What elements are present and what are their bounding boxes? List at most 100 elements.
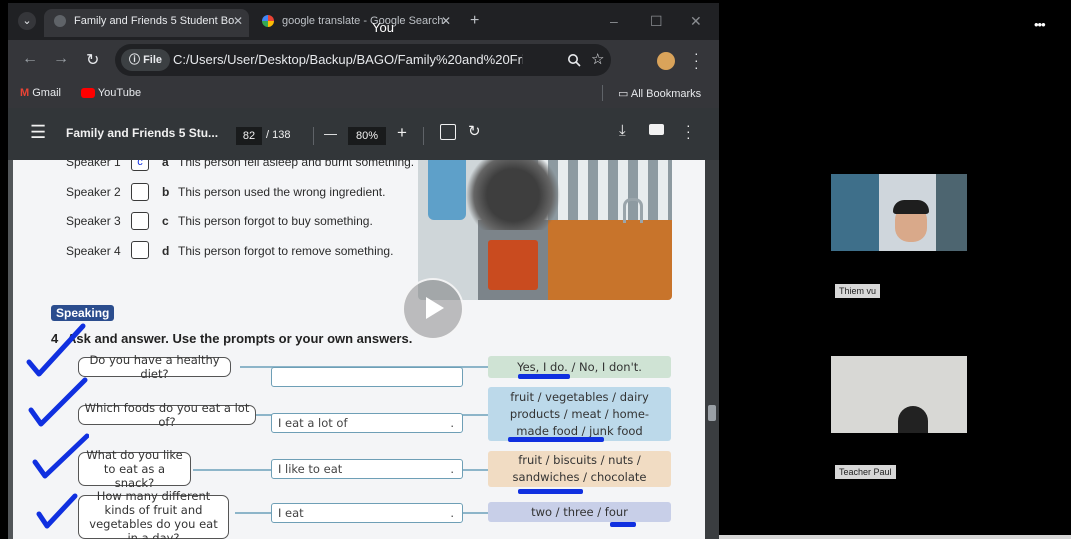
bookmark-label: Gmail — [32, 87, 61, 99]
participant-name: Teacher Paul — [835, 465, 896, 479]
reload-button[interactable]: ↻ — [86, 50, 99, 70]
answer-prompt: I eat a lot of — [278, 416, 348, 430]
smoke — [458, 160, 568, 230]
speaker-label: Speaker 2 — [66, 185, 121, 199]
folder-icon: ▭ — [618, 88, 629, 100]
question-bubble: What do you like to eat as a snack? — [78, 448, 191, 490]
question-bubble: Which foods do you eat a lot of? — [78, 401, 256, 429]
option-box: fruit / biscuits / nuts / sandwiches / c… — [488, 451, 671, 487]
page-number-input[interactable]: 82 — [236, 127, 262, 145]
person-figure — [428, 160, 466, 220]
option-letter: c — [162, 214, 169, 228]
file-chip[interactable]: ⓘ File — [121, 49, 171, 71]
bookmark-star-icon[interactable]: ☆ — [591, 50, 604, 68]
option-letter: b — [162, 185, 170, 199]
answer-blank: I eat. — [271, 503, 463, 523]
answer-prompt: I like to eat — [278, 462, 343, 476]
participant-head — [898, 406, 928, 433]
speaker-description: This person fell asleep and burnt someth… — [178, 160, 415, 169]
answer-end: . — [450, 416, 454, 430]
close-tab-icon[interactable]: ✕ — [441, 9, 451, 33]
check-mark — [32, 433, 89, 479]
forward-button[interactable]: → — [53, 50, 69, 68]
address-bar[interactable]: ⓘ File C:/Users/User/Desktop/Backup/BAGO… — [115, 44, 611, 76]
zoom-in-button[interactable]: + — [397, 123, 407, 143]
speaker-description: This person forgot to buy something. — [178, 214, 373, 228]
annotation-underline — [610, 522, 636, 527]
participant-hair — [893, 200, 929, 214]
fit-page-icon[interactable] — [440, 124, 456, 140]
participant-video-tile[interactable] — [831, 356, 967, 433]
pdf-title: Family and Friends 5 Stu... — [66, 126, 219, 140]
close-window-button[interactable]: ✕ — [690, 13, 702, 30]
close-tab-icon[interactable]: ✕ — [233, 9, 243, 33]
tab-search-button[interactable]: ⌄ — [18, 12, 36, 30]
tab-title: Family and Friends 5 Student Bo — [74, 15, 235, 27]
browser-menu-icon[interactable]: · · · — [694, 46, 699, 74]
maximize-button[interactable]: ☐ — [650, 13, 663, 30]
scrollbar-thumb[interactable] — [708, 405, 716, 421]
bookmarks-bar: M Gmail YouTube ▭ All Bookmarks — [8, 80, 719, 108]
bookmark-youtube[interactable]: YouTube — [81, 87, 141, 99]
option-box: fruit / vegetables / dairy products / me… — [488, 387, 671, 441]
globe-icon — [54, 15, 66, 28]
pdf-viewport[interactable]: Speaker 1 c a This person fell asleep an… — [8, 160, 719, 539]
browser-toolbar: ← → ↻ ⓘ File C:/Users/User/Desktop/Backu… — [8, 40, 719, 80]
speaker-label: Speaker 1 — [66, 160, 121, 169]
profile-avatar[interactable] — [657, 52, 675, 70]
speaker-answer-box: c — [131, 160, 149, 171]
speaker-answer-box — [131, 212, 149, 230]
divider — [423, 127, 424, 145]
zoom-input[interactable]: 80% — [348, 127, 386, 145]
play-icon — [426, 297, 444, 319]
participant-name: Thiem vu — [835, 284, 881, 298]
option-box: two / three / four — [488, 502, 671, 522]
check-mark — [26, 323, 86, 377]
answer-blank — [271, 367, 463, 387]
annotation-checkmarks — [26, 323, 89, 529]
pdf-page: Speaker 1 c a This person fell asleep an… — [13, 160, 705, 539]
new-tab-button[interactable]: + — [470, 12, 479, 30]
participant-video-tile[interactable] — [831, 174, 967, 251]
speaker-label: Speaker 4 — [66, 244, 121, 258]
all-bookmarks[interactable]: ▭ All Bookmarks — [618, 87, 701, 100]
google-icon — [262, 15, 274, 28]
all-bookmarks-label: All Bookmarks — [630, 88, 702, 100]
back-button[interactable]: ← — [22, 50, 38, 68]
exercise-instruction: Ask and answer. Use the prompts or your … — [67, 331, 413, 346]
download-icon[interactable]: ⤓ — [619, 122, 626, 139]
shared-screen: ⌄ Family and Friends 5 Student Bo ✕ goog… — [8, 3, 719, 539]
pdf-menu-icon[interactable]: · · · — [686, 118, 691, 144]
speaker-answer-box — [131, 241, 149, 259]
option-box: Yes, I do. / No, I don't. — [488, 356, 671, 378]
bookmark-gmail[interactable]: M Gmail — [20, 87, 61, 99]
bookmark-label: YouTube — [97, 87, 142, 99]
zoom-icon[interactable] — [567, 53, 581, 67]
answer-end: . — [450, 506, 454, 520]
gmail-icon: M — [20, 87, 30, 99]
check-mark — [28, 377, 88, 427]
kitchen-illustration — [418, 160, 672, 300]
menu-icon[interactable]: ☰ — [30, 122, 46, 143]
speaker-answer-box — [131, 183, 149, 201]
zoom-out-button[interactable]: — — [324, 126, 337, 141]
minimize-button[interactable]: – — [610, 13, 618, 29]
more-options-button[interactable]: ••• — [1034, 17, 1046, 32]
page-total: / 138 — [266, 129, 291, 141]
tab-family-and-friends[interactable]: Family and Friends 5 Student Bo ✕ — [44, 9, 249, 37]
tab-google-translate[interactable]: google translate - Google Search ✕ — [252, 9, 457, 37]
bookmarks-divider — [602, 85, 603, 101]
answer-end: . — [450, 462, 454, 476]
tap-icon — [623, 198, 643, 223]
print-icon[interactable] — [649, 124, 664, 135]
pdf-toolbar: ☰ Family and Friends 5 Stu... 82 / 138 —… — [8, 108, 719, 160]
pdf-scrollbar[interactable] — [705, 160, 719, 539]
url-text: C:/Users/User/Desktop/Backup/BAGO/Family… — [173, 52, 523, 67]
rotate-icon[interactable]: ↻ — [468, 122, 481, 140]
option-letter: d — [162, 244, 170, 258]
option-letter: a — [162, 160, 169, 169]
burning-food — [488, 240, 538, 290]
section-badge: Speaking — [51, 305, 115, 321]
check-mark — [36, 493, 78, 529]
window-background — [936, 174, 967, 251]
